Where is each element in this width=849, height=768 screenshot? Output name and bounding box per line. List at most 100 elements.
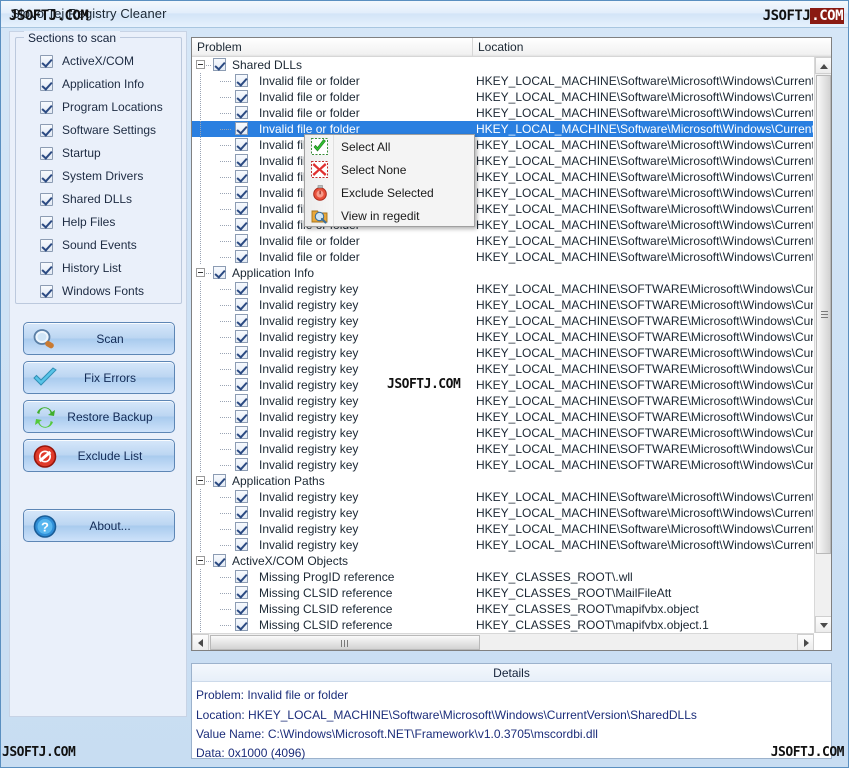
restore-backup-button[interactable]: Restore Backup [23, 400, 175, 433]
table-row[interactable]: Missing CLSID reference HKEY_CLASSES_ROOT… [192, 601, 813, 617]
table-row[interactable]: Invalid registry key HKEY_LOCAL_MACHINE\S… [192, 345, 813, 361]
row-checkbox-checked-icon[interactable] [235, 602, 248, 615]
row-checkbox-checked-icon[interactable] [235, 154, 248, 167]
exclude-list-button[interactable]: Exclude List [23, 439, 175, 472]
table-row[interactable]: Invalid file or folderHKEY_LOCAL_MACHINE… [192, 201, 813, 217]
list-rows[interactable]: Shared DLLs Invalid file or folder HKEY_LO… [192, 57, 813, 632]
section-checkbox-row[interactable]: Application Info [40, 73, 144, 95]
section-checkbox-row[interactable]: Program Locations [40, 96, 163, 118]
group-checkbox-checked-icon[interactable] [213, 554, 226, 567]
row-checkbox-checked-icon[interactable] [235, 314, 248, 327]
group-row[interactable]: ActiveX/COM Objects [192, 553, 813, 569]
section-checkbox-row[interactable]: Sound Events [40, 234, 137, 256]
table-row[interactable]: Invalid registry key HKEY_LOCAL_MACHINE\S… [192, 425, 813, 441]
row-checkbox-checked-icon[interactable] [235, 458, 248, 471]
column-header-location[interactable]: Location [473, 38, 831, 57]
checkbox-checked-icon[interactable] [40, 169, 53, 183]
row-checkbox-checked-icon[interactable] [235, 90, 248, 103]
context-menu[interactable]: Select All Select None Exclude Selected Vie… [304, 134, 475, 227]
table-row[interactable]: Invalid registry key HKEY_LOCAL_MACHINE\S… [192, 361, 813, 377]
menu-item-select-none[interactable]: Select None [305, 158, 474, 181]
scroll-left-button[interactable] [192, 634, 209, 650]
row-checkbox-checked-icon[interactable] [235, 410, 248, 423]
checkbox-checked-icon[interactable] [40, 146, 53, 160]
row-checkbox-checked-icon[interactable] [235, 122, 248, 135]
row-checkbox-checked-icon[interactable] [235, 346, 248, 359]
collapse-toggle-icon[interactable] [196, 60, 205, 69]
table-row[interactable]: Invalid registry key HKEY_LOCAL_MACHINE\S… [192, 489, 813, 505]
row-checkbox-checked-icon[interactable] [235, 234, 248, 247]
table-row[interactable]: Missing ProgID reference HKEY_CLASSES_ROO… [192, 569, 813, 585]
collapse-toggle-icon[interactable] [196, 556, 205, 565]
table-row[interactable]: Invalid registry key HKEY_LOCAL_MACHINE\S… [192, 537, 813, 553]
horizontal-scroll-thumb[interactable] [210, 635, 480, 650]
section-checkbox-row[interactable]: Shared DLLs [40, 188, 132, 210]
collapse-toggle-icon[interactable] [196, 476, 205, 485]
checkbox-checked-icon[interactable] [40, 54, 53, 68]
menu-item-select-all[interactable]: Select All [305, 135, 474, 158]
group-row[interactable]: Application Paths [192, 473, 813, 489]
table-row[interactable]: Invalid registry key HKEY_LOCAL_MACHINE\S… [192, 393, 813, 409]
table-row[interactable]: Invalid file or folderHKEY_LOCAL_MACHINE… [192, 137, 813, 153]
table-row[interactable]: Invalid file or folderHKEY_LOCAL_MACHINE… [192, 185, 813, 201]
menu-item-exclude-selected[interactable]: Exclude Selected [305, 181, 474, 204]
group-row[interactable]: Application Info [192, 265, 813, 281]
section-checkbox-row[interactable]: Windows Fonts [40, 280, 144, 302]
row-checkbox-checked-icon[interactable] [235, 186, 248, 199]
table-row[interactable]: Invalid file or folderHKEY_LOCAL_MACHINE… [192, 217, 813, 233]
table-row[interactable]: Invalid file or folderHKEY_LOCAL_MACHINE… [192, 169, 813, 185]
row-checkbox-checked-icon[interactable] [235, 506, 248, 519]
table-row[interactable]: Invalid file or folderHKEY_LOCAL_MACHINE… [192, 233, 813, 249]
table-row[interactable]: Invalid file or folderHKEY_LOCAL_MACHINE… [192, 249, 813, 265]
table-row[interactable]: Invalid registry key HKEY_LOCAL_MACHINE\S… [192, 521, 813, 537]
row-checkbox-checked-icon[interactable] [235, 394, 248, 407]
row-checkbox-checked-icon[interactable] [235, 298, 248, 311]
table-row[interactable]: Invalid file or folderHKEY_LOCAL_MACHINE… [192, 73, 813, 89]
row-checkbox-checked-icon[interactable] [235, 362, 248, 375]
table-row[interactable]: Invalid registry key HKEY_LOCAL_MACHINE\S… [192, 281, 813, 297]
group-checkbox-checked-icon[interactable] [213, 58, 226, 71]
group-checkbox-checked-icon[interactable] [213, 266, 226, 279]
row-checkbox-checked-icon[interactable] [235, 170, 248, 183]
checkbox-checked-icon[interactable] [40, 100, 53, 114]
row-checkbox-checked-icon[interactable] [235, 570, 248, 583]
column-header-problem[interactable]: Problem [192, 38, 473, 57]
about-button[interactable]: ? About... [23, 509, 175, 542]
table-row[interactable]: Invalid registry key HKEY_LOCAL_MACHINE\S… [192, 377, 813, 393]
row-checkbox-checked-icon[interactable] [235, 490, 248, 503]
row-checkbox-checked-icon[interactable] [235, 538, 248, 551]
checkbox-checked-icon[interactable] [40, 284, 53, 298]
menu-item-view-in-regedit[interactable]: View in regedit [305, 204, 474, 227]
group-checkbox-checked-icon[interactable] [213, 474, 226, 487]
row-checkbox-checked-icon[interactable] [235, 250, 248, 263]
table-row[interactable]: Invalid registry key HKEY_LOCAL_MACHINE\S… [192, 457, 813, 473]
checkbox-checked-icon[interactable] [40, 215, 53, 229]
table-row[interactable]: Invalid registry key HKEY_LOCAL_MACHINE\S… [192, 441, 813, 457]
table-row[interactable]: Invalid file or folderHKEY_LOCAL_MACHINE… [192, 89, 813, 105]
table-row[interactable]: Invalid file or folderHKEY_LOCAL_MACHINE… [192, 105, 813, 121]
row-checkbox-checked-icon[interactable] [235, 330, 248, 343]
section-checkbox-row[interactable]: System Drivers [40, 165, 143, 187]
row-checkbox-checked-icon[interactable] [235, 618, 248, 631]
row-checkbox-checked-icon[interactable] [235, 106, 248, 119]
table-row[interactable]: Invalid registry key HKEY_LOCAL_MACHINE\S… [192, 505, 813, 521]
checkbox-checked-icon[interactable] [40, 192, 53, 206]
row-checkbox-checked-icon[interactable] [235, 282, 248, 295]
section-checkbox-row[interactable]: ActiveX/COM [40, 50, 134, 72]
table-row[interactable]: Invalid registry key HKEY_LOCAL_MACHINE\S… [192, 297, 813, 313]
section-checkbox-row[interactable]: Software Settings [40, 119, 156, 141]
row-checkbox-checked-icon[interactable] [235, 522, 248, 535]
scroll-right-button[interactable] [797, 634, 814, 650]
vertical-scroll-thumb[interactable] [816, 75, 831, 554]
table-row[interactable]: Missing CLSID reference HKEY_CLASSES_ROOT… [192, 585, 813, 601]
section-checkbox-row[interactable]: History List [40, 257, 121, 279]
horizontal-scrollbar[interactable] [192, 633, 814, 650]
row-checkbox-checked-icon[interactable] [235, 442, 248, 455]
table-row[interactable]: Invalid file or folderHKEY_LOCAL_MACHINE… [192, 121, 813, 137]
group-row[interactable]: Shared DLLs [192, 57, 813, 73]
section-checkbox-row[interactable]: Help Files [40, 211, 115, 233]
table-row[interactable]: Missing CLSID reference HKEY_CLASSES_ROOT… [192, 617, 813, 632]
scroll-up-button[interactable] [815, 57, 831, 74]
checkbox-checked-icon[interactable] [40, 238, 53, 252]
table-row[interactable]: Invalid file or folderHKEY_LOCAL_MACHINE… [192, 153, 813, 169]
